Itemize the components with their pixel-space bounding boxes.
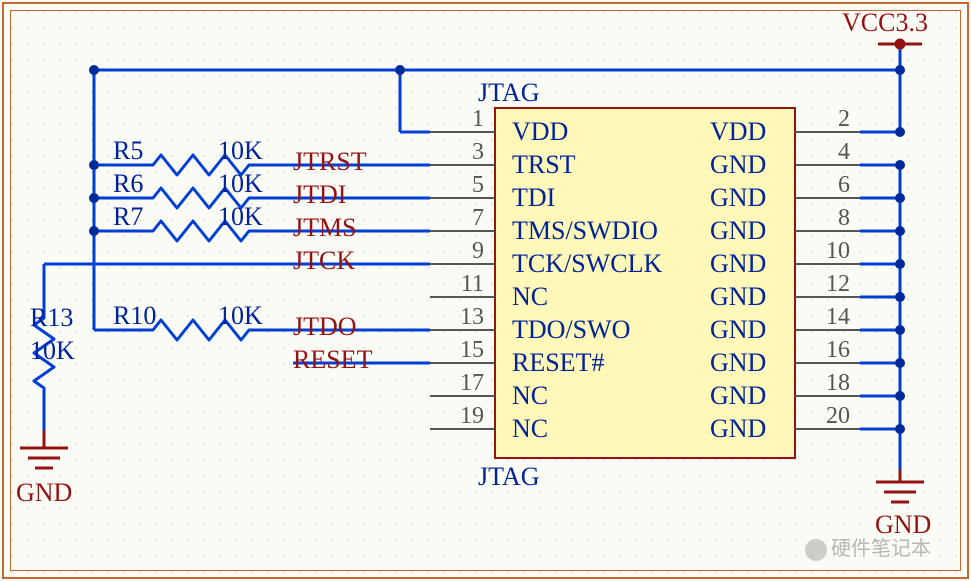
pinnum-8: 8: [800, 205, 850, 232]
power-vcc-label: VCC3.3: [842, 8, 928, 38]
pinname-tdi: TDI: [512, 183, 555, 213]
pinnum-1: 1: [430, 106, 484, 133]
r5-ref: R5: [113, 136, 143, 166]
pinnum-14: 14: [800, 304, 850, 331]
pinname-tms: TMS/SWDIO: [512, 216, 658, 246]
pinname-gnd12: GND: [710, 282, 766, 312]
pinnum-13: 13: [430, 304, 484, 331]
r10-val: 10K: [218, 301, 263, 331]
pinnum-12: 12: [800, 271, 850, 298]
pinnum-4: 4: [800, 139, 850, 166]
pinnum-7: 7: [430, 205, 484, 232]
pinname-gnd16: GND: [710, 348, 766, 378]
net-jtms: JTMS: [293, 213, 357, 243]
pinname-gnd8: GND: [710, 216, 766, 246]
r5-val: 10K: [218, 136, 263, 166]
r6-val: 10K: [218, 169, 263, 199]
net-jtdo: JTDO: [293, 312, 357, 342]
pinname-vdd-l: VDD: [512, 117, 568, 147]
pinname-tck: TCK/SWCLK: [512, 249, 662, 279]
pinnum-19: 19: [430, 403, 484, 430]
net-jtrst: JTRST: [293, 147, 367, 177]
pinnum-3: 3: [430, 139, 484, 166]
r7-ref: R7: [113, 202, 143, 232]
pinnum-20: 20: [800, 403, 850, 430]
pinname-trst: TRST: [512, 150, 576, 180]
r6-ref: R6: [113, 169, 143, 199]
pinnum-11: 11: [430, 271, 484, 298]
pinname-reset: RESET#: [512, 348, 604, 378]
pinnum-18: 18: [800, 370, 850, 397]
pinname-gnd20: GND: [710, 414, 766, 444]
pinname-gnd10: GND: [710, 249, 766, 279]
pinname-tdo: TDO/SWO: [512, 315, 630, 345]
pinname-gnd6: GND: [710, 183, 766, 213]
r7-val: 10K: [218, 202, 263, 232]
r13-val: 10K: [30, 336, 75, 366]
pinnum-17: 17: [430, 370, 484, 397]
pinnum-9: 9: [430, 238, 484, 265]
pinnum-15: 15: [430, 337, 484, 364]
pinname-vdd-r: VDD: [710, 117, 766, 147]
pinnum-2: 2: [800, 106, 850, 133]
pinname-nc3: NC: [512, 414, 548, 444]
pinnum-6: 6: [800, 172, 850, 199]
watermark-text: 硬件笔记本: [831, 538, 931, 560]
net-jtck: JTCK: [293, 246, 355, 276]
pinname-gnd4: GND: [710, 150, 766, 180]
pinnum-16: 16: [800, 337, 850, 364]
pinname-nc2: NC: [512, 381, 548, 411]
watermark: 硬件笔记本: [805, 532, 931, 561]
pinname-gnd14: GND: [710, 315, 766, 345]
component-designator-bottom: JTAG: [478, 462, 539, 492]
pinname-gnd18: GND: [710, 381, 766, 411]
pinnum-10: 10: [800, 238, 850, 265]
net-jtdi: JTDI: [293, 180, 346, 210]
r10-ref: R10: [113, 301, 156, 331]
net-reset: RESET: [293, 345, 372, 375]
pinnum-5: 5: [430, 172, 484, 199]
pinname-nc1: NC: [512, 282, 548, 312]
power-gnd-label-left: GND: [16, 478, 72, 508]
r13-ref: R13: [30, 303, 73, 333]
component-designator-top: JTAG: [478, 78, 539, 108]
